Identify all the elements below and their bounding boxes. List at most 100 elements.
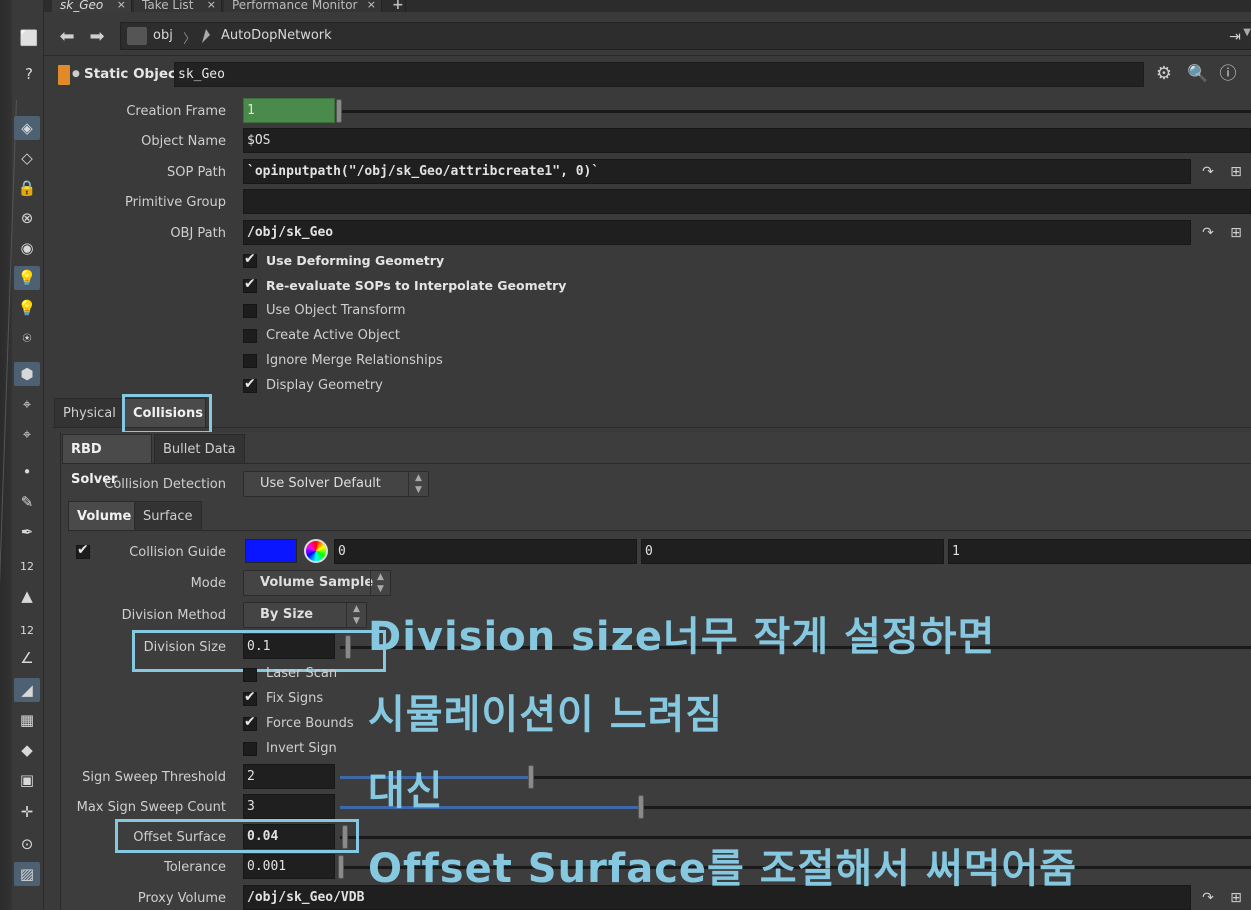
collision-guide-color-swatch[interactable]	[245, 539, 297, 563]
brush-icon[interactable]: ✎	[14, 490, 40, 514]
node-chooser-icon[interactable]: ⊞	[1226, 162, 1246, 182]
collisions-tab-callout	[122, 394, 212, 434]
sign-sweep-threshold-field[interactable]: 2	[243, 764, 335, 789]
max-sign-sweep-count-slider-handle[interactable]	[638, 795, 644, 819]
collision-detection-value: Use Solver Default	[260, 476, 381, 491]
node-chooser-icon[interactable]: ⊞	[1226, 223, 1246, 243]
collision-guide-r-field[interactable]: 0	[334, 539, 637, 564]
jump-to-operator-icon[interactable]: ↷	[1198, 888, 1218, 908]
sign-sweep-threshold-slider-handle[interactable]	[528, 765, 534, 789]
node-chooser-icon[interactable]: ⊞	[1226, 888, 1246, 908]
jump-to-operator-icon[interactable]: ↷	[1198, 223, 1218, 243]
tab-sk-geo[interactable]: sk_Geo ×	[52, 0, 132, 12]
checker-icon[interactable]: ▦	[14, 708, 40, 732]
gear-icon[interactable]: ⚙	[1154, 64, 1174, 84]
tab-label: Performance Monitor	[232, 0, 358, 12]
info-icon[interactable]: ⓘ	[1218, 64, 1238, 84]
force-bounds-checkbox[interactable]	[243, 714, 257, 731]
breadcrumb-obj[interactable]: obj	[153, 28, 173, 43]
creation-frame-label: Creation Frame	[126, 104, 226, 119]
grid-icon[interactable]: ▣	[14, 768, 40, 792]
forward-arrow-icon[interactable]: ➡	[86, 26, 108, 48]
search-icon[interactable]: 🔍	[1187, 64, 1208, 84]
tab-bullet-data[interactable]: Bullet Data	[154, 434, 245, 464]
transform-icon[interactable]: ◇	[14, 146, 40, 170]
color-picker-icon[interactable]	[304, 539, 328, 563]
display-geometry-checkbox[interactable]	[243, 376, 257, 393]
view-tool-icon[interactable]: ◈	[14, 116, 40, 140]
counter-alt-icon[interactable]: 12	[14, 618, 40, 642]
add-tab-button[interactable]: +	[384, 0, 406, 12]
tolerance-slider-handle[interactable]	[338, 855, 344, 879]
node-menu-icon[interactable]: ●	[72, 69, 80, 79]
close-icon[interactable]: ×	[117, 0, 126, 10]
tab-take-list[interactable]: Take List ×	[134, 0, 222, 12]
primitive-group-label: Primitive Group	[125, 195, 226, 210]
sop-path-label: SOP Path	[166, 165, 226, 180]
select-tool-icon[interactable]: ⬜	[16, 26, 42, 50]
circle-icon[interactable]: ⊙	[14, 832, 40, 856]
tab-rbd-solver[interactable]: RBD Solver	[62, 434, 152, 487]
surface-icon[interactable]: ◢	[14, 678, 40, 702]
ignore-merge-relationships-checkbox[interactable]	[243, 354, 257, 368]
counter-icon[interactable]: 12	[14, 554, 40, 578]
point-icon[interactable]: •	[14, 460, 40, 484]
tab-surface[interactable]: Surface	[134, 501, 202, 531]
close-icon[interactable]: ×	[367, 0, 376, 10]
invert-sign-checkbox[interactable]	[243, 742, 257, 756]
path-breadcrumb[interactable]: obj 〉 AutoDopNetwork ▼	[120, 22, 1251, 50]
obj-path-field[interactable]: /obj/sk_Geo	[243, 220, 1191, 245]
node-name-field[interactable]: sk_Geo	[174, 62, 1144, 87]
use-object-transform-checkbox[interactable]	[243, 304, 257, 318]
collision-guide-checkbox[interactable]	[76, 542, 90, 559]
diamond-icon[interactable]: ◆	[14, 738, 40, 762]
division-method-menu[interactable]: By Size ▲ ▼	[243, 602, 367, 628]
pen-icon[interactable]: ✒	[14, 520, 40, 544]
camera-alt-icon[interactable]: ⌖	[14, 422, 40, 446]
object-name-field[interactable]: $OS	[243, 128, 1251, 153]
create-active-object-checkbox[interactable]	[243, 329, 257, 343]
collision-guide-b-field[interactable]: 1	[948, 539, 1251, 564]
light-bulb-icon[interactable]: 💡	[14, 296, 40, 320]
tab-performance-monitor[interactable]: Performance Monitor ×	[224, 0, 382, 12]
reevaluate-sops-checkbox[interactable]	[243, 276, 257, 293]
creation-frame-slider[interactable]	[340, 110, 1251, 113]
paint-icon[interactable]: ▲	[14, 584, 40, 608]
lock-icon[interactable]: 🔒	[14, 176, 40, 200]
geometry-icon[interactable]: ⬢	[14, 362, 40, 386]
pivot-icon[interactable]: ✛	[14, 800, 40, 824]
sop-path-field[interactable]: `opinputpath("/obj/sk_Geo/attribcreate1"…	[243, 159, 1191, 184]
collision-detection-label: Collision Detection	[104, 477, 226, 492]
light-spot-icon[interactable]: ⍟	[14, 326, 40, 350]
creation-frame-field[interactable]: 1	[243, 98, 335, 123]
angle-icon[interactable]: ∠	[14, 646, 40, 670]
breadcrumb-autodopnetwork[interactable]: AutoDopNetwork	[221, 28, 332, 43]
tab-volume[interactable]: Volume	[68, 501, 141, 531]
fix-signs-checkbox[interactable]	[243, 689, 257, 706]
dropdown-arrows-icon: ▲ ▼	[370, 571, 390, 595]
light-icon[interactable]: 💡	[14, 266, 40, 290]
creation-frame-slider-handle[interactable]	[336, 99, 342, 123]
close-icon[interactable]: ×	[207, 0, 216, 10]
snapshot-icon[interactable]: ◉	[14, 236, 40, 260]
primitive-group-field[interactable]	[243, 189, 1251, 214]
collision-detection-menu[interactable]: Use Solver Default ▲ ▼	[243, 471, 429, 497]
jump-to-operator-icon[interactable]: ↷	[1198, 162, 1218, 182]
tolerance-field[interactable]: 0.001	[243, 854, 335, 879]
visibility-icon[interactable]: ⊗	[14, 206, 40, 230]
mode-menu[interactable]: Volume Sample ▲ ▼	[243, 570, 391, 596]
help-icon[interactable]: ?	[16, 62, 42, 86]
collision-subtab-strip: RBD Solver Bullet Data	[62, 434, 1251, 487]
sign-sweep-threshold-label: Sign Sweep Threshold	[82, 770, 226, 785]
camera-icon[interactable]: ⌖	[14, 392, 40, 416]
collision-guide-g-field[interactable]: 0	[641, 539, 944, 564]
tab-physical[interactable]: Physical	[54, 398, 125, 428]
pin-icon[interactable]: ⇥	[1224, 26, 1246, 48]
use-deforming-geometry-checkbox[interactable]	[243, 251, 257, 268]
laser-scan-checkbox[interactable]	[243, 668, 257, 682]
max-sign-sweep-count-field[interactable]: 3	[243, 794, 335, 819]
annotation-line-1: Division size너무 작게 설정하면	[368, 614, 996, 660]
max-sign-sweep-count-label: Max Sign Sweep Count	[76, 800, 226, 815]
image-icon[interactable]: ▨	[14, 862, 40, 886]
back-arrow-icon[interactable]: ⬅	[56, 26, 78, 48]
